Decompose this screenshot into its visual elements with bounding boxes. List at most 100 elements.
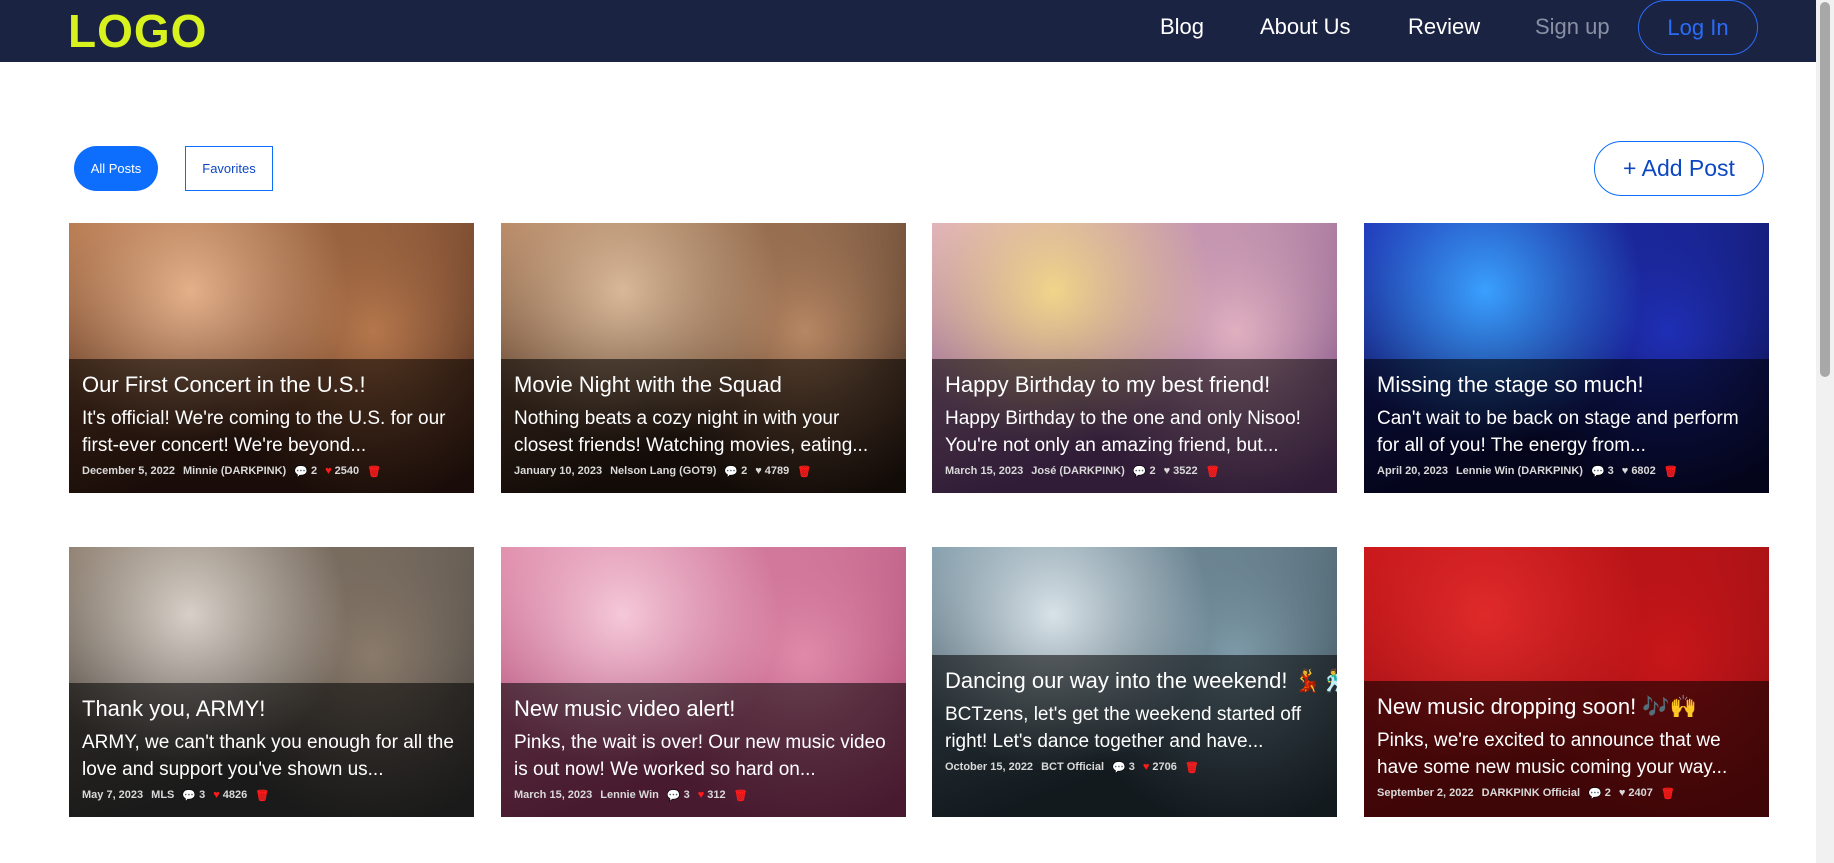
- like-count-value: 6802: [1631, 465, 1656, 477]
- post-author[interactable]: DARKPINK Official: [1482, 787, 1580, 799]
- trash-icon[interactable]: 🗑: [1661, 787, 1675, 800]
- post-title[interactable]: Missing the stage so much!: [1377, 371, 1756, 399]
- post-overlay: Dancing our way into the weekend! 💃🕺 BCT…: [932, 655, 1337, 817]
- comment-count[interactable]: 💬 2: [724, 465, 747, 478]
- comment-count[interactable]: 💬 3: [1112, 761, 1135, 774]
- post-meta: January 10, 2023 Nelson Lang (GOT9) 💬 2 ♥…: [514, 459, 893, 483]
- post-author[interactable]: Lennie Win: [600, 789, 659, 801]
- comment-count[interactable]: 💬 2: [1133, 465, 1156, 478]
- post-author[interactable]: José (DARKPINK): [1031, 465, 1125, 477]
- trash-icon[interactable]: 🗑: [734, 789, 748, 802]
- post-author[interactable]: BCT Official: [1041, 761, 1104, 773]
- filter-favorites-button[interactable]: Favorites: [185, 146, 273, 191]
- trash-icon[interactable]: 🗑: [255, 789, 269, 802]
- comment-icon: 💬: [182, 789, 197, 802]
- comment-count[interactable]: 💬 3: [1591, 465, 1614, 478]
- filter-all-posts-button[interactable]: All Posts: [74, 146, 158, 191]
- like-count-value: 4826: [222, 789, 248, 801]
- post-meta: October 15, 2022 BCT Official 💬 3 ♥ 2706 🗑: [945, 755, 1324, 779]
- post-title[interactable]: Dancing our way into the weekend! 💃🕺: [945, 667, 1337, 695]
- post-excerpt: ARMY, we can't thank you enough for all …: [82, 732, 454, 780]
- comment-count[interactable]: 💬 3: [667, 789, 690, 802]
- post-excerpt: Can't wait to be back on stage and perfo…: [1377, 408, 1739, 456]
- post-title[interactable]: Movie Night with the Squad: [514, 371, 893, 399]
- post-card[interactable]: New music video alert! Pinks, the wait i…: [501, 547, 906, 817]
- post-title[interactable]: Happy Birthday to my best friend!: [945, 371, 1324, 399]
- like-count-value: 4789: [764, 465, 790, 477]
- trash-icon[interactable]: 🗑: [797, 465, 811, 478]
- heart-icon[interactable]: ♥: [755, 465, 762, 477]
- post-card[interactable]: Movie Night with the Squad Nothing beats…: [501, 223, 906, 493]
- post-author[interactable]: MLS: [151, 789, 174, 801]
- like-count-value: 2540: [334, 465, 360, 477]
- like-count[interactable]: ♥ 2407: [1619, 787, 1653, 799]
- login-button[interactable]: Log In: [1638, 0, 1758, 55]
- post-title[interactable]: New music dropping soon! 🎶🙌: [1377, 693, 1756, 721]
- post-card[interactable]: New music dropping soon! 🎶🙌 Pinks, we're…: [1364, 547, 1769, 817]
- post-overlay: Our First Concert in the U.S.! It's offi…: [69, 359, 474, 493]
- post-title[interactable]: Our First Concert in the U.S.!: [82, 371, 461, 399]
- like-count[interactable]: ♥ 6802: [1622, 465, 1656, 477]
- trash-icon[interactable]: 🗑: [367, 465, 381, 478]
- post-excerpt: It's official! We're coming to the U.S. …: [82, 408, 446, 456]
- like-count[interactable]: ♥ 2540: [325, 465, 359, 477]
- post-overlay: Happy Birthday to my best friend! Happy …: [932, 359, 1337, 493]
- post-excerpt: Pinks, we're excited to announce that we…: [1377, 730, 1728, 778]
- like-count[interactable]: ♥ 3522: [1164, 465, 1198, 477]
- like-count-value: 3522: [1173, 465, 1198, 477]
- comment-count-value: 3: [199, 789, 206, 801]
- comment-count[interactable]: 💬 2: [294, 465, 317, 478]
- nav-link-about-us[interactable]: About Us: [1260, 14, 1351, 40]
- post-overlay: New music dropping soon! 🎶🙌 Pinks, we're…: [1364, 681, 1769, 817]
- comment-count[interactable]: 💬 3: [182, 789, 205, 802]
- post-date: October 15, 2022: [945, 761, 1034, 773]
- comment-icon: 💬: [724, 465, 739, 478]
- comment-count-value: 3: [683, 789, 690, 801]
- nav-link-review[interactable]: Review: [1408, 14, 1480, 40]
- scrollbar-thumb[interactable]: [1820, 2, 1830, 377]
- post-card[interactable]: Thank you, ARMY! ARMY, we can't thank yo…: [69, 547, 474, 817]
- like-count[interactable]: ♥ 4789: [755, 465, 789, 477]
- logo[interactable]: LOGO: [68, 4, 207, 58]
- post-overlay: Movie Night with the Squad Nothing beats…: [501, 359, 906, 493]
- like-count[interactable]: ♥ 2706: [1143, 761, 1177, 773]
- post-meta: September 2, 2022 DARKPINK Official 💬 2 ♥…: [1377, 781, 1756, 805]
- trash-icon[interactable]: 🗑: [1185, 761, 1199, 774]
- post-author[interactable]: Minnie (DARKPINK): [183, 465, 286, 477]
- post-author[interactable]: Lennie Win (DARKPINK): [1456, 465, 1583, 477]
- post-card[interactable]: Missing the stage so much! Can't wait to…: [1364, 223, 1769, 493]
- like-count[interactable]: ♥ 4826: [213, 789, 247, 801]
- post-card[interactable]: Our First Concert in the U.S.! It's offi…: [69, 223, 474, 493]
- heart-icon[interactable]: ♥: [213, 789, 220, 801]
- comment-icon: 💬: [1132, 465, 1147, 478]
- heart-icon[interactable]: ♥: [698, 789, 705, 801]
- nav-link-sign-up[interactable]: Sign up: [1535, 14, 1610, 40]
- heart-icon[interactable]: ♥: [1143, 761, 1150, 773]
- heart-icon[interactable]: ♥: [1164, 465, 1171, 477]
- post-meta: March 15, 2023 Lennie Win 💬 3 ♥ 312 🗑: [514, 783, 893, 807]
- post-date: March 15, 2023: [945, 465, 1024, 477]
- post-meta: December 5, 2022 Minnie (DARKPINK) 💬 2 ♥ 2…: [82, 459, 461, 483]
- post-title[interactable]: Thank you, ARMY!: [82, 695, 461, 723]
- post-card[interactable]: Dancing our way into the weekend! 💃🕺 BCT…: [932, 547, 1337, 817]
- post-date: May 7, 2023: [82, 789, 144, 801]
- post-excerpt: Happy Birthday to the one and only Nisoo…: [945, 408, 1301, 456]
- like-count[interactable]: ♥ 312: [698, 789, 726, 801]
- post-card[interactable]: Happy Birthday to my best friend! Happy …: [932, 223, 1337, 493]
- post-author[interactable]: Nelson Lang (GOT9): [610, 465, 716, 477]
- post-meta: April 20, 2023 Lennie Win (DARKPINK) 💬 3 …: [1377, 459, 1756, 483]
- add-post-button[interactable]: + Add Post: [1594, 141, 1764, 196]
- post-overlay: Thank you, ARMY! ARMY, we can't thank yo…: [69, 683, 474, 817]
- post-date: January 10, 2023: [514, 465, 603, 477]
- heart-icon[interactable]: ♥: [1619, 787, 1626, 799]
- comment-count-value: 3: [1607, 465, 1614, 477]
- page-scrollbar[interactable]: [1816, 0, 1834, 863]
- trash-icon[interactable]: 🗑: [1664, 465, 1678, 478]
- heart-icon[interactable]: ♥: [325, 465, 332, 477]
- post-overlay: New music video alert! Pinks, the wait i…: [501, 683, 906, 817]
- trash-icon[interactable]: 🗑: [1206, 465, 1220, 478]
- nav-link-blog[interactable]: Blog: [1160, 14, 1204, 40]
- heart-icon[interactable]: ♥: [1622, 465, 1629, 477]
- comment-count[interactable]: 💬 2: [1588, 787, 1611, 800]
- post-title[interactable]: New music video alert!: [514, 695, 893, 723]
